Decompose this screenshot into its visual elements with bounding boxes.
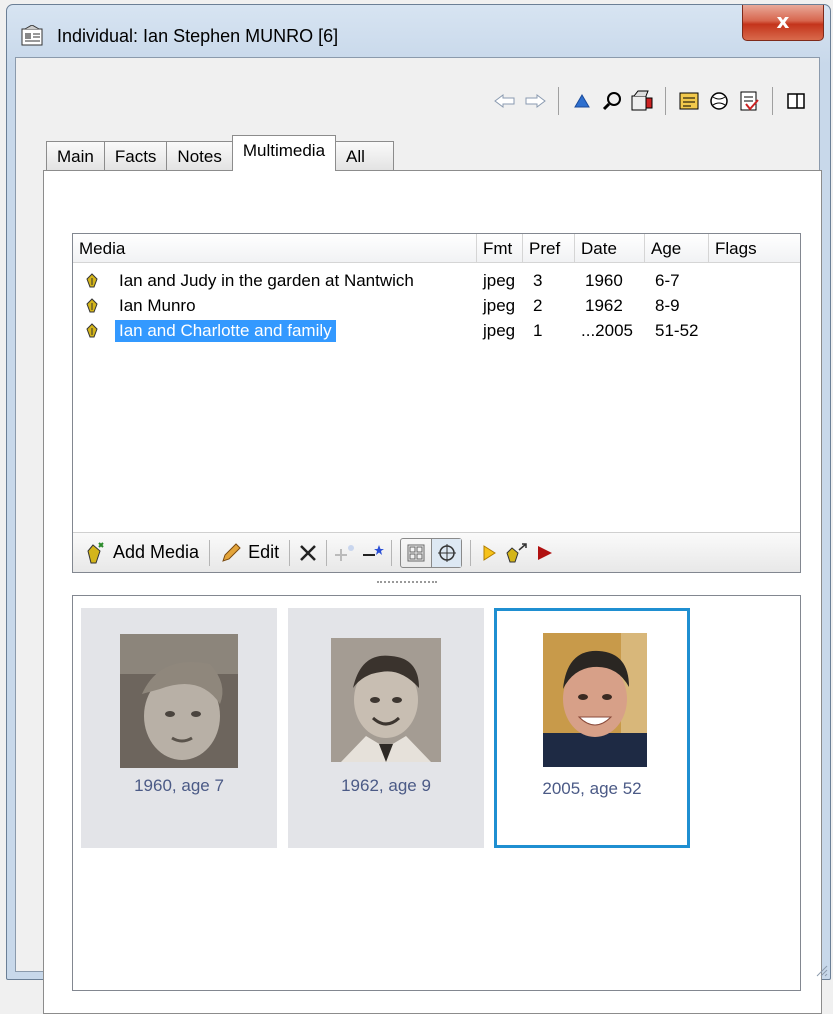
media-title: Ian Munro <box>119 296 196 315</box>
move-down-icon[interactable] <box>359 539 387 567</box>
edit-label: Edit <box>248 542 280 562</box>
globe-icon[interactable] <box>704 86 734 116</box>
thumbnail-caption: 1960, age 7 <box>134 776 224 795</box>
individual-window-icon <box>21 25 43 46</box>
media-item-icon <box>86 323 98 338</box>
tab-multimedia[interactable]: Multimedia <box>231 135 337 171</box>
media-title: Ian and Charlotte and family <box>115 320 336 342</box>
target-view-icon[interactable] <box>431 538 462 567</box>
add-media-button[interactable]: Add Media <box>79 536 205 570</box>
view-toggle <box>400 537 463 568</box>
search-icon[interactable] <box>597 86 627 116</box>
pencil-icon <box>222 542 241 562</box>
camera-icon[interactable] <box>627 86 657 116</box>
photo-thumbnail <box>331 638 441 762</box>
thumbnail-caption: 1962, age 9 <box>341 776 431 795</box>
list-item[interactable]: Ian and Judy in the garden at Nantwich j… <box>73 270 800 292</box>
tab-main[interactable]: Main <box>46 141 105 171</box>
thumbnail-item[interactable]: 1962, age 9 <box>288 608 484 848</box>
report-icon[interactable] <box>734 86 764 116</box>
tab-all[interactable]: All <box>335 141 394 171</box>
media-pref: 2 <box>533 296 543 315</box>
media-age: 8-9 <box>655 296 680 315</box>
media-date: 1960 <box>585 271 623 290</box>
forward-arrow-icon[interactable] <box>520 86 550 116</box>
tab-facts[interactable]: Facts <box>103 141 168 171</box>
close-button[interactable]: x <box>742 5 824 41</box>
grid-view-icon[interactable] <box>401 539 431 567</box>
media-date: ...2005 <box>581 321 633 340</box>
multimedia-tab-panel: Media Fmt Pref Date Age Flags Ian and Ju… <box>43 170 822 1014</box>
media-item-icon <box>86 298 98 313</box>
toolbar-separator <box>209 539 211 566</box>
media-date: 1962 <box>585 296 623 315</box>
photo-thumbnail <box>543 633 647 767</box>
toolbar-separator <box>558 87 559 115</box>
list-item[interactable]: Ian and Charlotte and family jpeg 1 ...2… <box>73 320 800 342</box>
edit-button[interactable]: Edit <box>214 536 285 570</box>
media-fmt: jpeg <box>483 321 516 340</box>
resize-grip[interactable] <box>812 961 828 977</box>
toolbar-separator <box>665 87 666 115</box>
list-item[interactable]: Ian Munro jpeg 2 1962 8-9 <box>73 295 800 317</box>
column-header-pref[interactable]: Pref <box>523 234 575 263</box>
toolbar-separator <box>326 539 328 566</box>
media-pref: 3 <box>533 271 543 290</box>
toolbar-separator <box>772 87 773 115</box>
panel-icon[interactable] <box>781 86 811 116</box>
splitter-grip <box>377 581 437 584</box>
window-title: Individual: Ian Stephen MUNRO [6] <box>57 26 339 46</box>
media-age: 51-52 <box>655 321 699 340</box>
media-list[interactable]: Media Fmt Pref Date Age Flags Ian and Ju… <box>72 233 801 573</box>
card-icon[interactable] <box>674 86 704 116</box>
media-fmt: jpeg <box>483 271 516 290</box>
media-toolbar: Add Media Edit <box>73 532 800 572</box>
column-header-flags[interactable]: Flags <box>709 234 801 263</box>
column-header-fmt[interactable]: Fmt <box>477 234 523 263</box>
media-title: Ian and Judy in the garden at Nantwich <box>119 271 414 290</box>
title-bar[interactable]: Individual: Ian Stephen MUNRO [6] x <box>7 5 830 57</box>
media-item-icon <box>86 273 98 288</box>
thumbnail-caption: 2005, age 52 <box>542 779 642 798</box>
tab-notes[interactable]: Notes <box>166 141 233 171</box>
thumbnail-item[interactable]: 1960, age 7 <box>81 608 277 848</box>
play-icon[interactable] <box>475 539 503 567</box>
column-header-media[interactable]: Media <box>73 234 477 263</box>
tab-strip: Main Facts Notes Multimedia All <box>46 135 394 171</box>
toolbar-separator <box>289 539 291 566</box>
media-list-header: Media Fmt Pref Date Age Flags <box>73 234 800 263</box>
toolbar-separator <box>391 539 393 566</box>
thumbnail-item[interactable]: 2005, age 52 <box>494 608 690 848</box>
slideshow-icon[interactable] <box>531 539 559 567</box>
thumbnail-panel: 1960, age 7 1962, age 9 2005, age 52 <box>72 595 801 991</box>
delete-icon[interactable] <box>294 539 322 567</box>
column-header-date[interactable]: Date <box>575 234 645 263</box>
open-media-icon[interactable] <box>503 539 531 567</box>
media-pref: 1 <box>533 321 543 340</box>
record-toolbar <box>490 84 811 118</box>
back-arrow-icon[interactable] <box>490 86 520 116</box>
individual-window: Individual: Ian Stephen MUNRO [6] x Main… <box>6 4 831 1014</box>
splitter-handle[interactable] <box>44 573 821 595</box>
media-age: 6-7 <box>655 271 680 290</box>
toolbar-separator <box>470 539 472 566</box>
add-media-icon <box>87 541 104 563</box>
move-up-icon[interactable] <box>331 539 359 567</box>
add-media-label: Add Media <box>113 542 200 562</box>
up-triangle-icon[interactable] <box>567 86 597 116</box>
column-header-age[interactable]: Age <box>645 234 709 263</box>
window-client-area: Main Facts Notes Multimedia All Media Fm… <box>15 57 822 1014</box>
media-fmt: jpeg <box>483 296 516 315</box>
photo-thumbnail <box>120 634 238 768</box>
